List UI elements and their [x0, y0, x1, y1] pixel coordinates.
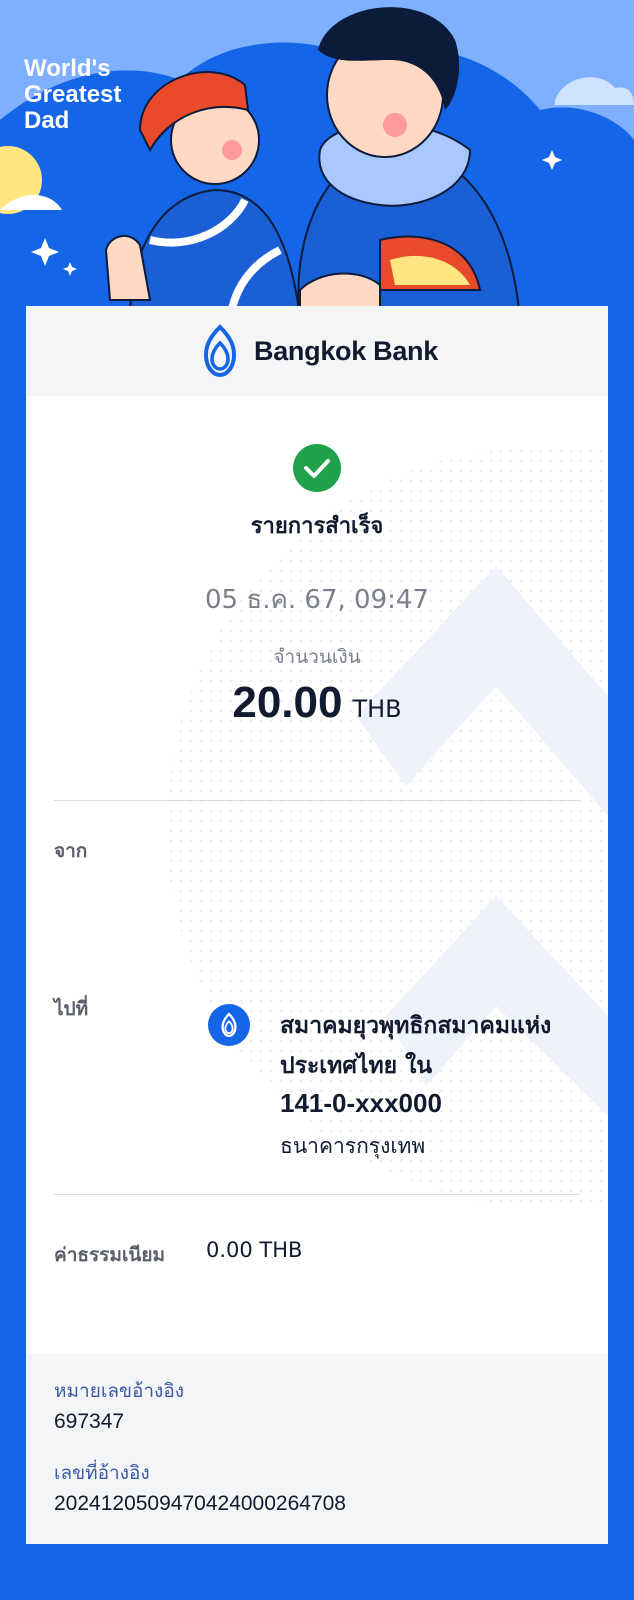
transaction-ref-value: 2024120509470424000264708 — [54, 1492, 346, 1515]
fee-label: ค่าธรรมเนียม — [54, 1244, 166, 1266]
bank-name: Bangkok Bank — [254, 335, 438, 366]
bangkok-bank-logo-icon — [204, 324, 237, 378]
to-label: ไปที่ — [54, 998, 89, 1020]
transaction-summary: รายการสำเร็จ 05 ธ.ค. 67, 09:47 จำนวนเงิน… — [26, 396, 608, 728]
recipient-account: 141-0-xxx000 — [280, 1088, 442, 1118]
transaction-ref-label: เลขที่อ้างอิง — [54, 1462, 150, 1484]
bank-header: Bangkok Bank — [26, 306, 608, 396]
recipient-bank: ธนาคารกรุงเทพ — [280, 1134, 426, 1158]
fee-value: 0.00 THB — [206, 1238, 303, 1262]
hero-caption: World's Greatest Dad — [24, 55, 122, 134]
transfer-slip: Bangkok Bank รายการสำเร็จ 05 ธ.ค. 67, 09… — [26, 306, 608, 1544]
reference-section: หมายเลขอ้างอิง 697347 เลขที่อ้างอิง 2024… — [26, 1354, 608, 1544]
father-son-illustration — [0, 0, 634, 320]
from-label: จาก — [54, 840, 88, 862]
reference-number-label: หมายเลขอ้างอิง — [54, 1380, 185, 1402]
promo-banner: World's Greatest Dad — [0, 0, 634, 320]
recipient-name: สมาคมยุวพุทธิกสมาคมแห่งประเทศไทย ใน — [280, 1013, 552, 1079]
transaction-status: รายการสำเร็จ — [250, 514, 384, 539]
amount-currency: THB — [352, 695, 402, 723]
reference-number-value: 697347 — [54, 1410, 125, 1433]
amount-row: 20.00 THB — [26, 678, 608, 728]
amount-label: จำนวนเงิน — [273, 646, 361, 668]
transaction-datetime: 05 ธ.ค. 67, 09:47 — [205, 585, 429, 615]
success-check-icon — [293, 444, 341, 492]
recipient-bank-icon — [208, 1004, 250, 1046]
amount-value: 20.00 — [232, 678, 343, 727]
divider — [54, 800, 580, 801]
divider — [54, 1194, 580, 1195]
